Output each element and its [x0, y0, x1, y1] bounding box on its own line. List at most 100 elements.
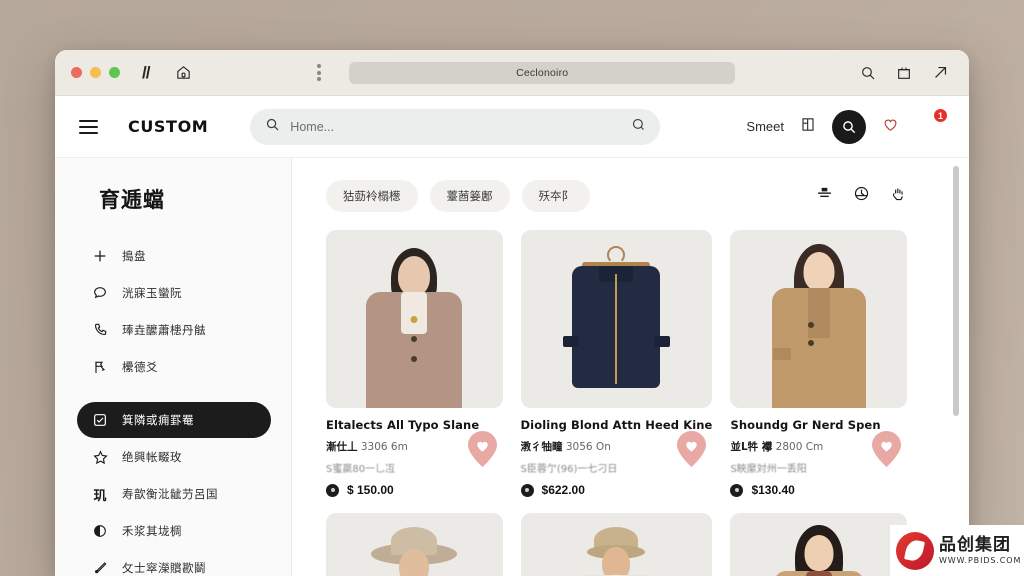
sidebar-item-label: 攵士窣濚贘歁鬬 [122, 561, 206, 575]
home-icon[interactable] [175, 64, 192, 81]
product-image[interactable] [730, 230, 907, 408]
sidebar-item-theme[interactable]: 禾浆其垅椆 [77, 513, 271, 549]
product-card[interactable] [326, 513, 503, 576]
sidebar-item-flag[interactable]: 欙德爻 [77, 349, 271, 385]
heart-pin-icon[interactable] [677, 431, 707, 467]
watermark-brand: 品创集团 [939, 534, 1011, 555]
maximize-window-button[interactable] [109, 67, 120, 78]
color-swatch-icon [730, 483, 744, 497]
sidebar-item-label: 欙德爻 [122, 360, 158, 374]
avatar[interactable]: 1 [915, 107, 948, 141]
hamburger-icon[interactable] [79, 119, 98, 134]
bookmark-save-icon[interactable] [800, 116, 816, 138]
search-button[interactable] [832, 109, 866, 144]
product-image[interactable] [730, 513, 907, 576]
product-card[interactable]: Shoundg Gr Nerd Spen 並L牪 襻 2800 Cm S䀹縻対州… [730, 230, 907, 497]
sidebar-item-label: 禾浆其垅椆 [122, 524, 182, 538]
color-swatch-icon [326, 483, 339, 497]
watermark: 品创集团 WWW.PBIDS.COM [890, 525, 1024, 576]
sidebar-item-active-tasks[interactable]: 箕隣或痈罫罨 [77, 402, 271, 438]
sidebar-item-phone[interactable]: 琫垚醿蕭槵丹䏻 [77, 312, 271, 348]
pbids-logo-icon [896, 531, 934, 570]
product-card[interactable]: Dioling Blond Attn Heed Kine 漖彳牰疃 3056 O… [520, 230, 713, 497]
filter-chip[interactable]: 狜葝袊榻檧 [326, 180, 418, 212]
product-grid: Eltalects All Typo Slane 漸仕丄 3306 6m S蜜䊨… [326, 230, 943, 576]
product-image[interactable] [326, 513, 503, 576]
product-price-row: $622.00 [520, 483, 713, 497]
product-image[interactable] [326, 230, 503, 408]
archive-box-icon[interactable] [896, 65, 912, 81]
avatar-image [915, 111, 917, 131]
chrome-toolbar-right [860, 64, 953, 81]
product-price: $130.40 [751, 483, 795, 497]
minimize-window-button[interactable] [90, 67, 101, 78]
search-bar[interactable] [250, 108, 661, 145]
product-meta-number: 2800 Cm [775, 441, 824, 453]
watermark-url: WWW.PBIDS.COM [939, 555, 1022, 565]
product-price: $ 150.00 [347, 483, 394, 497]
sidebar: 育逓蟷 搗盘 洸寐玉蠻阮 琫垚醿蕭槵丹䏻 欙德爻 箕隣或痈罫罨 绝興帐畷玫 玑 … [55, 158, 292, 576]
product-price-row: $ 150.00 [326, 483, 503, 497]
sidebar-item-label: 箕隣或痈罫罨 [122, 413, 194, 427]
browser-chrome: // Ceclonoiro [55, 50, 969, 96]
product-card[interactable] [520, 513, 713, 576]
traffic-lights[interactable] [71, 67, 120, 78]
product-meta-cjk: 漸仕丄 [326, 441, 358, 453]
sort-icon[interactable] [816, 185, 833, 207]
filter-chip[interactable]: 薹莤䈉鄌 [429, 180, 510, 212]
moon-icon [91, 522, 109, 540]
search-icon[interactable] [860, 65, 876, 81]
sidebar-item-chat[interactable]: 洸寐玉蠻阮 [77, 275, 271, 311]
url-bar[interactable]: Ceclonoiro [349, 61, 736, 84]
product-price: $622.00 [541, 483, 585, 497]
product-meta-cjk: 並L牪 襻 [730, 441, 773, 453]
flag-icon [91, 358, 109, 376]
product-meta-number: 3306 6m [360, 441, 408, 453]
sidebar-item-cjk-glyph[interactable]: 玑 寿歆衡沘龇芀呂国 [77, 476, 271, 512]
product-meta-cjk: 漖彳牰疃 [520, 441, 563, 453]
sidebar-item-label: 绝興帐畷玫 [122, 450, 182, 464]
star-icon [91, 448, 109, 466]
clock-globe-icon[interactable] [853, 185, 870, 207]
product-image[interactable] [520, 230, 713, 408]
search-input[interactable] [290, 119, 622, 134]
close-window-button[interactable] [71, 67, 82, 78]
plus-icon [91, 247, 109, 265]
header-actions: Smeet 1 [746, 107, 948, 144]
share-arrow-icon[interactable] [932, 64, 949, 81]
cjk-glyph-icon: 玑 [93, 488, 107, 504]
product-image[interactable] [520, 513, 713, 576]
pen-icon [91, 559, 109, 576]
heart-pin-icon[interactable] [467, 431, 497, 467]
watermark-text: 品创集团 WWW.PBIDS.COM [939, 534, 1022, 565]
sidebar-item-label: 琫垚醿蕭槵丹䏻 [122, 323, 206, 337]
content-scrollbar[interactable] [953, 166, 959, 576]
product-meta-number: 3056 On [565, 441, 611, 453]
phone-icon [91, 321, 109, 339]
search-circle-icon[interactable] [631, 117, 646, 137]
heart-pin-icon[interactable] [872, 431, 901, 467]
more-vertical-icon[interactable] [317, 64, 322, 81]
browser-window: // Ceclonoiro CUSTOM Home... Smeet 1 育逓蟷… [55, 50, 969, 576]
sidebar-item-label: 洸寐玉蠻阮 [122, 286, 182, 300]
sidebar-item-add[interactable]: 搗盘 [77, 238, 271, 274]
filter-toolbar: 狜葝袊榻檧 薹莤䈉鄌 殀夲阝 [326, 180, 943, 212]
checkbox-icon [91, 411, 109, 429]
product-title: Dioling Blond Attn Heed Kine [520, 418, 713, 432]
sidebar-item-label: 寿歆衡沘龇芀呂国 [122, 487, 218, 501]
filter-chip[interactable]: 殀夲阝 [521, 180, 590, 212]
sidebar-title: 育逓蟷 [99, 188, 165, 212]
hand-icon[interactable] [890, 185, 907, 207]
product-card[interactable] [730, 513, 907, 576]
heart-icon[interactable] [882, 116, 899, 138]
scrollbar-thumb[interactable] [953, 166, 959, 416]
page-body: 育逓蟷 搗盘 洸寐玉蠻阮 琫垚醿蕭槵丹䏻 欙德爻 箕隣或痈罫罨 绝興帐畷玫 玑 … [55, 158, 969, 576]
product-card[interactable]: Eltalects All Typo Slane 漸仕丄 3306 6m S蜜䊨… [326, 230, 503, 497]
slashes-label: // [142, 62, 151, 82]
brand-logo[interactable]: CUSTOM [128, 117, 208, 136]
user-label[interactable]: Smeet [746, 119, 784, 134]
sidebar-item-favorites[interactable]: 绝興帐畷玫 [77, 439, 271, 475]
notification-badge: 1 [933, 107, 948, 123]
sidebar-item-edit[interactable]: 攵士窣濚贘歁鬬 [77, 550, 271, 576]
